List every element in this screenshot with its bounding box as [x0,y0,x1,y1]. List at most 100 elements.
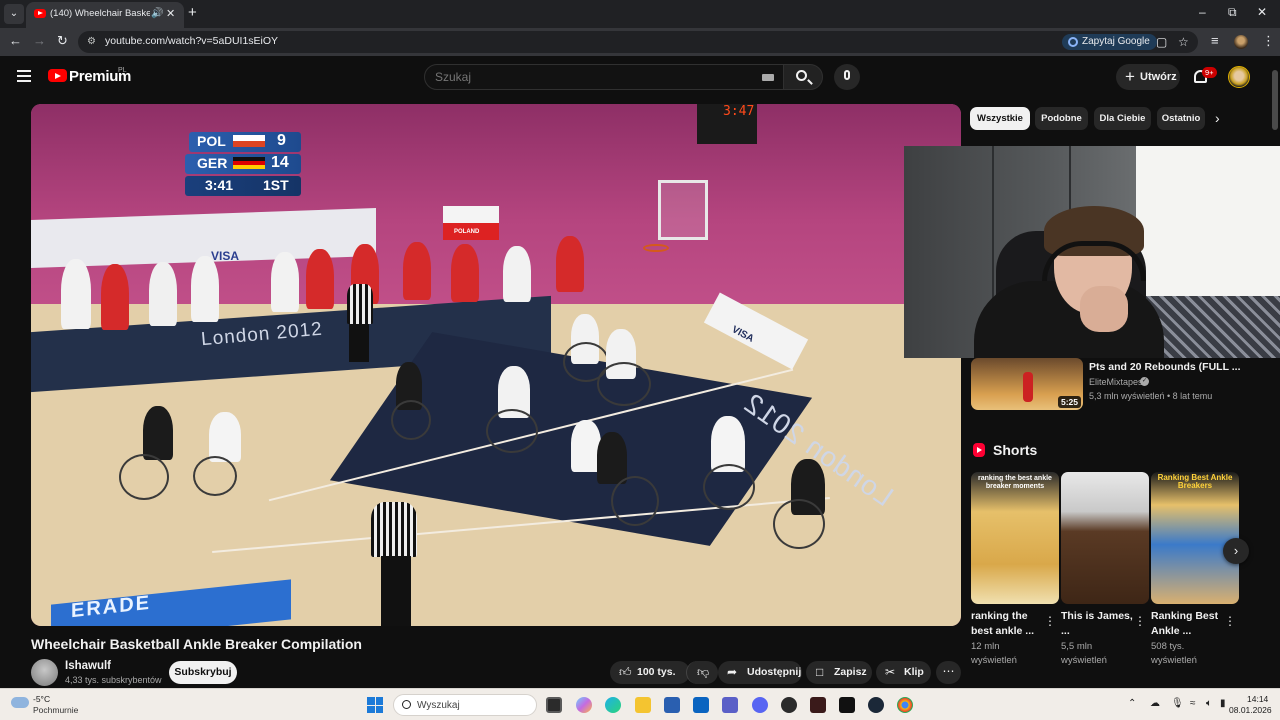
short-thumbnail[interactable]: ranking the best ankle breaker moments [971,472,1059,604]
chevron-right-icon[interactable]: › [1215,110,1220,126]
wheelchair-wheel [703,464,755,510]
thumbs-down-icon: 👎︎ [697,665,710,679]
browser-profile-avatar[interactable] [1234,35,1248,49]
basket-rim [643,244,669,252]
install-icon[interactable]: ▢ [1156,35,1167,49]
clock-time[interactable]: 14:14 [1247,694,1268,704]
dislike-button[interactable]: 👎︎ [686,661,718,684]
short-thumbnail[interactable] [1061,472,1149,604]
lens-icon [1068,37,1078,47]
create-button[interactable]: + Utwórz [1116,64,1180,90]
search-button[interactable] [783,64,823,90]
address-bar[interactable]: ⚙ youtube.com/watch?v=5aDUI1sEiOY Zapyta… [78,31,1198,53]
short-title[interactable]: Ranking Best Ankle ... [1151,609,1223,639]
discord-icon[interactable] [752,697,768,713]
recommendation-meta: 5,3 mln wyświetleń • 8 lat temu [1089,391,1213,401]
close-window-button[interactable]: ✕ [1257,5,1267,19]
like-button[interactable]: 👍︎ 100 tys. [610,661,690,684]
wheelchair-wheel [597,362,651,406]
forward-icon[interactable]: → [33,33,46,48]
player-dark [143,406,173,460]
riot-icon[interactable] [810,697,826,713]
media-controls-icon[interactable]: ≡ [1211,33,1219,48]
tab-title: (140) Wheelchair Basketball Ankle Breake… [50,8,150,19]
app-icon[interactable] [781,697,797,713]
teams-icon[interactable] [722,697,738,713]
back-icon[interactable]: ← [9,33,22,48]
plus-icon: + [1125,67,1135,86]
task-view-icon[interactable] [546,697,562,713]
site-info-icon[interactable]: ⚙ [87,36,96,47]
short-title[interactable]: ranking the best ankle ... [971,609,1043,639]
microphone-tray-icon[interactable]: 🎙︎ [1171,698,1184,709]
short-menu-icon[interactable]: ⋮ [1224,614,1236,628]
taskbar-search-label: Wyszukaj [417,700,460,711]
tray-chevron-icon[interactable]: ⌃ [1128,698,1136,709]
search-input[interactable] [435,70,735,84]
keyboard-icon[interactable] [762,74,774,81]
chip-all[interactable]: Wszystkie [970,107,1030,130]
battery-icon[interactable]: ▮ [1220,698,1226,709]
menu-icon[interactable] [17,70,31,82]
volume-icon[interactable]: 🔈︎ [1206,698,1212,709]
clock-date[interactable]: 08.01.2026 [1229,705,1272,715]
more-actions-button[interactable]: ⋯ [936,661,961,684]
share-icon: ➦ [727,665,738,679]
weather-description[interactable]: Pochmurnie [33,705,78,715]
short-menu-icon[interactable]: ⋮ [1044,614,1056,628]
tab-search-button[interactable]: ⌄ [4,4,24,24]
chrome-icon[interactable] [897,697,913,713]
minimize-button[interactable]: – [1199,5,1206,19]
restore-button[interactable]: ⧉ [1228,5,1237,20]
wheelchair-wheel [119,454,169,500]
new-tab-button[interactable]: + [188,4,197,21]
windows-start-icon[interactable] [367,697,383,713]
short-title[interactable]: This is James, ... [1061,609,1133,639]
chip-for-you[interactable]: Dla Ciebie [1094,107,1151,130]
scoreboard: POL 9 GER 14 3:41 1ST [185,130,305,200]
recommendation-title[interactable]: Pts and 20 Rebounds (FULL ... [1089,361,1241,373]
ask-google-button[interactable]: Zapytaj Google [1062,34,1157,50]
browser-tab[interactable]: (140) Wheelchair Basketball Ankle Breake… [26,2,184,28]
taskbar-search[interactable]: Wyszukaj [393,694,537,716]
edge-icon[interactable] [605,697,621,713]
account-avatar[interactable] [1228,66,1250,88]
reload-icon[interactable]: ↻ [57,33,68,49]
voice-search-button[interactable] [834,64,860,90]
store-icon[interactable] [664,697,680,713]
bookmark-star-icon[interactable]: ☆ [1178,35,1189,49]
network-drive-icon[interactable]: ☁ [1150,698,1160,709]
cloud-icon[interactable] [11,697,29,708]
chip-related[interactable]: Podobne [1035,107,1088,130]
channel-name[interactable]: Ishawulf [65,660,111,672]
score-1: 9 [277,132,286,149]
recommendation-channel[interactable]: EliteMixtapes [1089,377,1143,387]
save-button[interactable]: □ Zapisz [806,661,872,684]
subscribe-button[interactable]: Subskrybuj [169,661,237,684]
shorts-next-button[interactable]: › [1223,538,1249,564]
notification-badge: 9+ [1202,67,1217,78]
video-player[interactable]: VISA London 2012 London 2012 POLAND VISA… [31,104,961,626]
referee [347,284,373,324]
browser-menu-icon[interactable]: ⋮ [1262,33,1275,49]
search-box [424,64,784,90]
verified-check-icon: ✓ [1140,377,1149,386]
url-text: youtube.com/watch?v=5aDUI1sEiOY [105,35,279,47]
scrollbar-thumb[interactable] [1272,70,1278,130]
weather-temperature[interactable]: -5°C [33,694,50,704]
share-button[interactable]: ➦ Udostępnij [718,661,802,684]
file-explorer-icon[interactable] [635,697,651,713]
speaker-icon[interactable]: 🔊 [151,8,163,19]
youtube-logo-icon[interactable] [48,69,67,82]
wifi-icon[interactable]: ≈ [1190,698,1196,709]
channel-avatar[interactable] [31,659,58,686]
copilot-icon[interactable] [576,697,592,713]
short-menu-icon[interactable]: ⋮ [1134,614,1146,628]
outlook-icon[interactable] [693,697,709,713]
steam-icon[interactable] [868,697,884,713]
close-tab-icon[interactable]: ✕ [166,7,175,20]
clip-button[interactable]: ✂ Klip [876,661,931,684]
chip-recent[interactable]: Ostatnio [1157,107,1205,130]
app-icon[interactable] [839,697,855,713]
short-thumbnail[interactable]: Ranking Best Ankle Breakers [1151,472,1239,604]
